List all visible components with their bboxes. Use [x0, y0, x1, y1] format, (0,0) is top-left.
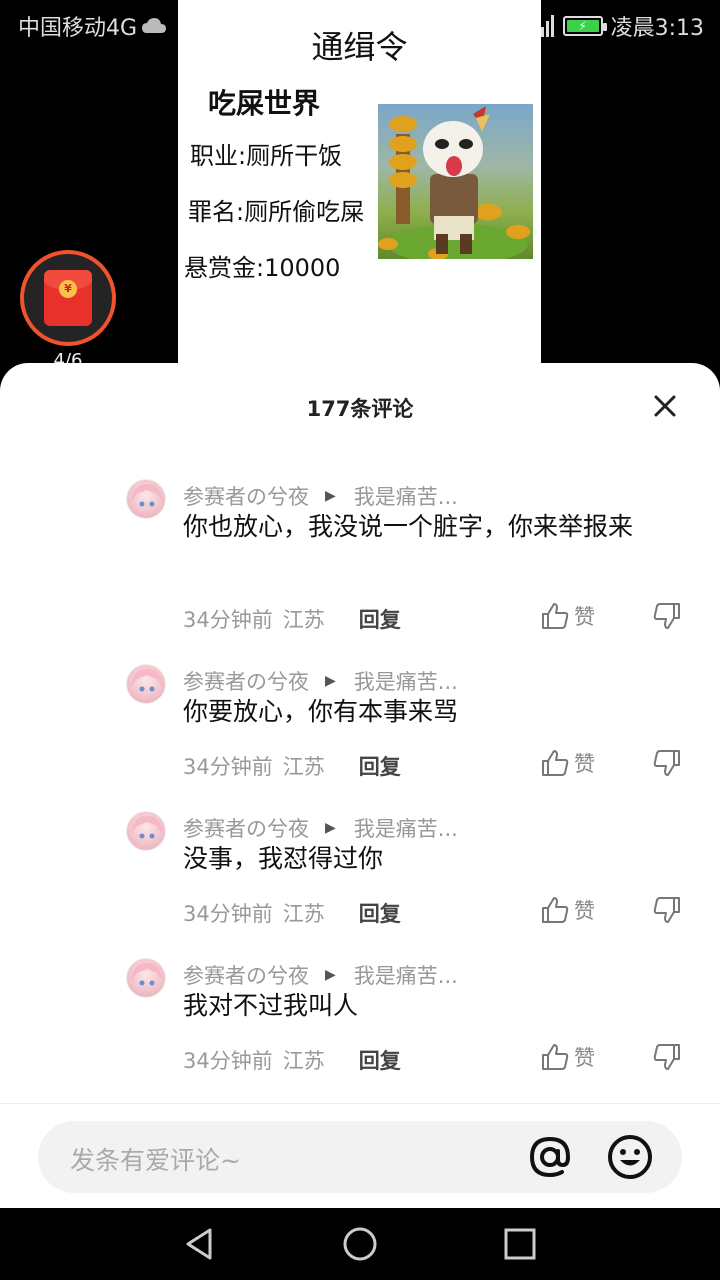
- comment-count-title: 177条评论: [306, 397, 414, 421]
- reply-button[interactable]: 回复: [359, 1045, 401, 1075]
- dislike-button[interactable]: [652, 895, 682, 929]
- comment-location: 江苏: [282, 1049, 325, 1073]
- avatar[interactable]: [126, 479, 166, 519]
- poster-job: 职业:厕所干饭: [190, 142, 343, 170]
- back-triangle-icon: [186, 1228, 212, 1260]
- signal-icon: [540, 15, 554, 37]
- comment-meta: 34分钟前 江苏 回复: [183, 751, 401, 781]
- comment-author-line: 参赛者の兮夜 ▶ 我是痛苦...: [183, 813, 458, 843]
- like-button[interactable]: 赞: [540, 748, 595, 778]
- reply-arrow-icon: ▶: [325, 967, 336, 983]
- reply-arrow-icon: ▶: [325, 820, 336, 836]
- poster-name: 吃屎世界: [208, 87, 321, 120]
- comment-time: 34分钟前: [183, 755, 273, 779]
- poster-character-image: [378, 104, 533, 259]
- comment-location: 江苏: [282, 902, 325, 926]
- emoji-icon: [608, 1135, 652, 1179]
- character-illustration: [378, 106, 530, 259]
- comment-input[interactable]: 发条有爱评论~: [38, 1121, 682, 1193]
- thumbs-down-icon: [653, 603, 680, 629]
- nav-home-button[interactable]: [342, 1226, 378, 1266]
- reply-arrow-icon: ▶: [325, 488, 336, 504]
- comment-text[interactable]: 没事，我怼得过你: [183, 840, 673, 878]
- thumbs-up-icon: [542, 1044, 569, 1070]
- screen: 中国移动4G ⚡ 凌晨3:13 通缉令 吃屎世界 职业:厕所干饭 罪名:厕所偷吃…: [0, 0, 720, 1280]
- thumbs-up-icon: [542, 897, 569, 923]
- comment-meta: 34分钟前 江苏 回复: [183, 1045, 401, 1075]
- comment-author-line: 参赛者の兮夜 ▶ 我是痛苦...: [183, 481, 458, 511]
- recents-square-icon: [504, 1228, 536, 1260]
- reply-button[interactable]: 回复: [359, 751, 401, 781]
- status-bar-right: ⚡ 凌晨3:13: [540, 10, 704, 42]
- comment-reply-to[interactable]: 我是痛苦...: [354, 481, 458, 511]
- reply-button[interactable]: 回复: [359, 604, 401, 634]
- thumbs-up-icon: [542, 603, 569, 629]
- video-poster[interactable]: 通缉令 吃屎世界 职业:厕所干饭 罪名:厕所偷吃屎 悬赏金:10000: [178, 0, 541, 380]
- avatar[interactable]: [126, 958, 166, 998]
- comment-time: 34分钟前: [183, 902, 273, 926]
- comment-text[interactable]: 你也放心，我没说一个脏字，你来举报来: [183, 508, 673, 546]
- red-packet-icon: ¥: [44, 270, 92, 326]
- thumbs-down-icon: [653, 897, 680, 923]
- like-label: 赞: [574, 605, 595, 629]
- thumbs-down-icon: [653, 750, 680, 776]
- comment-author[interactable]: 参赛者の兮夜: [183, 481, 309, 511]
- home-circle-icon: [343, 1227, 377, 1261]
- at-icon: [529, 1136, 571, 1178]
- carrier-label: 中国移动4G: [18, 16, 138, 41]
- avatar[interactable]: [126, 664, 166, 704]
- poster-crime: 罪名:厕所偷吃屎: [188, 198, 365, 226]
- cloud-icon: [142, 18, 167, 33]
- emoji-button[interactable]: [606, 1133, 654, 1185]
- nav-back-button[interactable]: [182, 1226, 218, 1266]
- comment-author[interactable]: 参赛者の兮夜: [183, 960, 309, 990]
- battery-icon: ⚡: [562, 16, 607, 36]
- dislike-button[interactable]: [652, 1042, 682, 1076]
- comment-author[interactable]: 参赛者の兮夜: [183, 813, 309, 843]
- dislike-button[interactable]: [652, 601, 682, 635]
- comment-time: 34分钟前: [183, 1049, 273, 1073]
- comment-meta: 34分钟前 江苏 回复: [183, 898, 401, 928]
- like-label: 赞: [574, 899, 595, 923]
- comment-author[interactable]: 参赛者の兮夜: [183, 666, 309, 696]
- like-button[interactable]: 赞: [540, 895, 595, 925]
- reply-arrow-icon: ▶: [325, 673, 336, 689]
- comment-author-line: 参赛者の兮夜 ▶ 我是痛苦...: [183, 960, 458, 990]
- close-button[interactable]: [650, 391, 680, 421]
- nav-recents-button[interactable]: [502, 1226, 538, 1266]
- comment-reply-to[interactable]: 我是痛苦...: [354, 813, 458, 843]
- like-label: 赞: [574, 752, 595, 776]
- comment-sheet: 177条评论 参赛者の兮夜 ▶ 我是痛苦... 你也放心，我没说一个脏字，你来举…: [0, 363, 720, 1208]
- close-icon: [654, 395, 676, 417]
- comment-author-line: 参赛者の兮夜 ▶ 我是痛苦...: [183, 666, 458, 696]
- dislike-button[interactable]: [652, 748, 682, 782]
- comment-location: 江苏: [282, 755, 325, 779]
- poster-bounty: 悬赏金:10000: [184, 254, 341, 282]
- like-button[interactable]: 赞: [540, 601, 595, 631]
- comment-time: 34分钟前: [183, 608, 273, 632]
- thumbs-down-icon: [653, 1044, 680, 1070]
- red-packet-button[interactable]: ¥: [20, 250, 116, 346]
- comment-text[interactable]: 我对不过我叫人: [183, 987, 673, 1025]
- system-nav-bar: [0, 1208, 720, 1280]
- status-bar-left: 中国移动4G: [18, 10, 167, 42]
- comment-input-bar: 发条有爱评论~: [0, 1103, 720, 1208]
- poster-title: 通缉令: [311, 28, 408, 66]
- comment-text[interactable]: 你要放心，你有本事来骂: [183, 693, 673, 731]
- like-button[interactable]: 赞: [540, 1042, 595, 1072]
- mention-button[interactable]: [526, 1133, 574, 1185]
- avatar[interactable]: [126, 811, 166, 851]
- thumbs-up-icon: [542, 750, 569, 776]
- like-label: 赞: [574, 1046, 595, 1070]
- comment-reply-to[interactable]: 我是痛苦...: [354, 666, 458, 696]
- comment-meta: 34分钟前 江苏 回复: [183, 604, 401, 634]
- comment-location: 江苏: [282, 608, 325, 632]
- clock: 凌晨3:13: [610, 16, 704, 41]
- reply-button[interactable]: 回复: [359, 898, 401, 928]
- comment-reply-to[interactable]: 我是痛苦...: [354, 960, 458, 990]
- comment-input-placeholder: 发条有爱评论~: [70, 1146, 241, 1175]
